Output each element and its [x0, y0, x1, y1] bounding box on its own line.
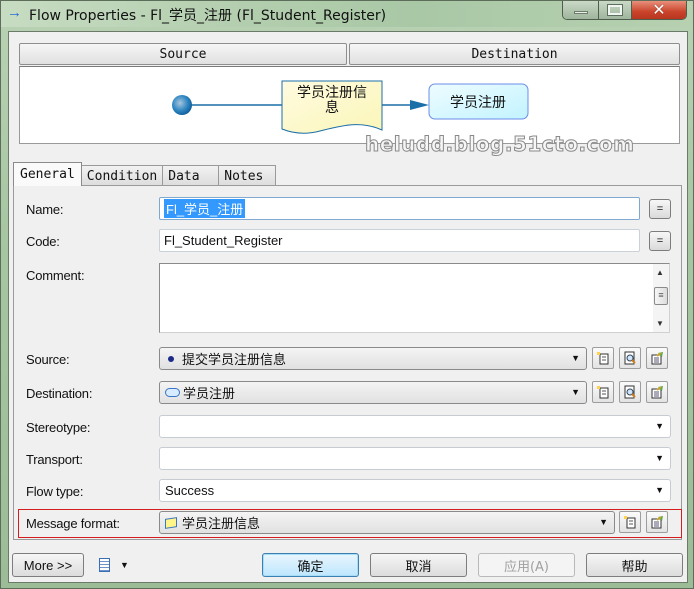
transport-select[interactable]: ▼ — [159, 447, 671, 470]
flow-object-label-line1: 学员注册信 — [297, 85, 367, 101]
minimize-icon — [573, 10, 588, 14]
message-format-label: Message format: — [26, 516, 120, 531]
flow-arrowhead — [410, 100, 429, 110]
source-properties-button[interactable] — [646, 347, 668, 369]
name-label: Name: — [26, 202, 64, 217]
find-object-icon — [624, 351, 636, 365]
code-sync-button[interactable]: = — [649, 231, 671, 251]
arrow-right-icon: → — [7, 4, 22, 21]
maximize-button[interactable] — [599, 1, 632, 19]
new-object-icon — [624, 516, 636, 529]
start-node[interactable] — [172, 95, 192, 115]
flow-type-select[interactable]: Success ▼ — [159, 479, 671, 502]
name-input[interactable]: Fl_学员_注册 — [159, 197, 640, 220]
destination-create-button[interactable] — [592, 381, 614, 403]
destination-properties-button[interactable] — [646, 381, 668, 403]
flow-properties-window: → Flow Properties - Fl_学员_注册 (Fl_Student… — [0, 0, 694, 589]
chevron-down-icon: ▼ — [655, 485, 664, 495]
name-value-selected: Fl_学员_注册 — [164, 199, 246, 218]
destination-activity-label: 学员注册 — [450, 95, 506, 111]
message-format-properties-button[interactable] — [646, 511, 668, 533]
flow-type-label: Flow type: — [26, 484, 84, 499]
destination-browse-button[interactable] — [619, 381, 641, 403]
document-options-icon[interactable] — [99, 558, 110, 572]
source-value: 提交学员注册信息 — [182, 353, 287, 368]
tab-strip: General Condition Data Notes — [13, 162, 277, 186]
code-value: Fl_Student_Register — [164, 233, 283, 248]
tab-condition[interactable]: Condition — [80, 165, 164, 186]
dialog-client-area: Source Destination 学员注册信 息 学员注册 heludd.b… — [8, 31, 688, 583]
message-format-icon — [165, 516, 177, 529]
source-header-button[interactable]: Source — [19, 43, 347, 65]
new-object-icon — [597, 352, 609, 365]
destination-header-button[interactable]: Destination — [349, 43, 680, 65]
scroll-down-arrow-icon[interactable]: ▼ — [656, 319, 664, 328]
message-format-create-button[interactable] — [619, 511, 641, 533]
start-dot-icon — [168, 355, 174, 362]
name-sync-button[interactable]: = — [649, 199, 671, 219]
minimize-button[interactable] — [563, 1, 599, 19]
comment-scrollbar[interactable]: ▲ ≡ ▼ — [653, 264, 669, 332]
properties-icon — [651, 386, 663, 399]
help-button[interactable]: 帮助 — [586, 553, 683, 577]
close-icon: ✕ — [652, 2, 666, 19]
properties-icon — [651, 516, 663, 529]
code-input[interactable]: Fl_Student_Register — [159, 229, 640, 252]
chevron-down-icon[interactable]: ▼ — [120, 560, 129, 570]
chevron-down-icon: ▼ — [599, 517, 608, 527]
cancel-button[interactable]: 取消 — [370, 553, 467, 577]
comment-textarea[interactable]: ▲ ≡ ▼ — [159, 263, 670, 333]
apply-button[interactable]: 应用(A) — [478, 553, 575, 577]
maximize-icon — [607, 4, 623, 16]
window-title: Flow Properties - Fl_学员_注册 (Fl_Student_R… — [29, 8, 387, 24]
message-format-value: 学员注册信息 — [182, 517, 261, 532]
stereotype-select[interactable]: ▼ — [159, 415, 671, 438]
stereotype-label: Stereotype: — [26, 420, 91, 435]
chevron-down-icon: ▼ — [571, 353, 580, 363]
code-label: Code: — [26, 234, 60, 249]
tab-general[interactable]: General — [13, 162, 82, 186]
source-select[interactable]: 提交学员注册信息 ▼ — [159, 347, 587, 370]
activity-pill-icon — [165, 388, 180, 397]
flow-object-label-line2: 息 — [325, 99, 339, 116]
source-browse-button[interactable] — [619, 347, 641, 369]
message-format-select[interactable]: 学员注册信息 ▼ — [159, 511, 615, 534]
chevron-down-icon: ▼ — [571, 387, 580, 397]
chevron-down-icon: ▼ — [655, 453, 664, 463]
ok-button[interactable]: 确定 — [262, 553, 359, 577]
chevron-down-icon: ▼ — [655, 421, 664, 431]
scroll-up-arrow-icon[interactable]: ▲ — [656, 268, 664, 277]
properties-icon — [651, 352, 663, 365]
destination-value: 学员注册 — [183, 387, 236, 402]
window-controls: ✕ — [562, 1, 687, 20]
scroll-thumb[interactable]: ≡ — [654, 287, 668, 305]
tab-notes[interactable]: Notes — [218, 165, 277, 186]
new-object-icon — [597, 386, 609, 399]
find-object-icon — [624, 385, 636, 399]
flow-type-value: Success — [165, 483, 215, 498]
title-bar[interactable]: → Flow Properties - Fl_学员_注册 (Fl_Student… — [1, 1, 693, 27]
tab-data[interactable]: Data — [162, 165, 220, 186]
transport-label: Transport: — [26, 452, 83, 467]
comment-label: Comment: — [26, 268, 85, 283]
watermark: heludd.blog.51cto.com — [364, 132, 635, 157]
destination-label: Destination: — [26, 386, 93, 401]
more-button[interactable]: More >> — [12, 553, 84, 577]
destination-select[interactable]: 学员注册 ▼ — [159, 381, 587, 404]
source-create-button[interactable] — [592, 347, 614, 369]
source-label: Source: — [26, 352, 70, 367]
close-button[interactable]: ✕ — [632, 1, 686, 19]
